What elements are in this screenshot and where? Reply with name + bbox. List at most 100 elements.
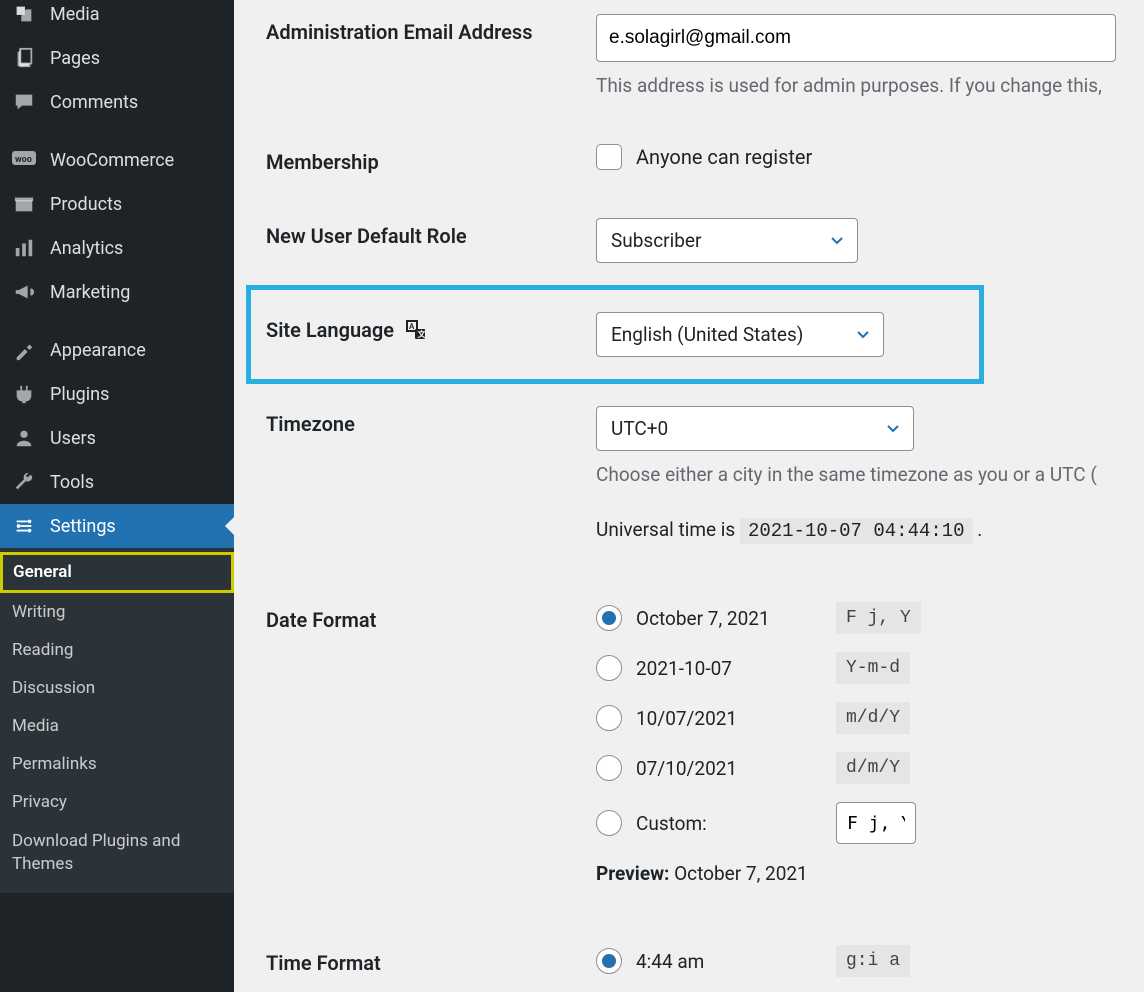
date-format-code-3: d/m/Y xyxy=(836,752,910,784)
sidebar-item-label: Analytics xyxy=(50,238,123,259)
submenu-item-writing[interactable]: Writing xyxy=(0,593,234,631)
sidebar-item-settings[interactable]: Settings xyxy=(0,504,234,548)
users-icon xyxy=(12,426,36,450)
site-language-value: English (United States) xyxy=(611,323,803,346)
date-format-code-2: m/d/Y xyxy=(836,702,910,734)
site-language-label-text: Site Language xyxy=(266,318,394,342)
date-format-preview: Preview: October 7, 2021 xyxy=(596,862,1144,885)
date-format-code-0: F j, Y xyxy=(836,602,921,634)
menu-separator xyxy=(0,124,234,138)
chevron-down-icon xyxy=(855,326,871,342)
membership-checkbox[interactable] xyxy=(596,144,622,170)
sidebar-item-label: Pages xyxy=(50,48,100,69)
sidebar-item-woocommerce[interactable]: woo WooCommerce xyxy=(0,138,234,182)
universal-time: Universal time is 2021-10-07 04:44:10 . xyxy=(596,518,1144,542)
date-format-display-3: 07/10/2021 xyxy=(636,757,836,780)
submenu-item-media[interactable]: Media xyxy=(0,707,234,745)
pages-icon xyxy=(12,46,36,70)
chevron-down-icon xyxy=(885,420,901,436)
date-format-radio-2[interactable] xyxy=(596,705,622,731)
site-language-select[interactable]: English (United States) xyxy=(596,312,884,357)
plugins-icon xyxy=(12,382,36,406)
svg-text:A: A xyxy=(409,322,415,331)
sidebar-item-media[interactable]: Media xyxy=(0,2,234,36)
chevron-down-icon xyxy=(829,232,845,248)
menu-separator xyxy=(0,314,234,328)
date-format-radio-1[interactable] xyxy=(596,655,622,681)
comments-icon xyxy=(12,90,36,114)
membership-label: Membership xyxy=(266,144,596,174)
date-format-radio-3[interactable] xyxy=(596,755,622,781)
default-role-select[interactable]: Subscriber xyxy=(596,218,858,263)
date-format-radio-custom[interactable] xyxy=(596,810,622,836)
submenu-item-reading[interactable]: Reading xyxy=(0,631,234,669)
time-format-display-0: 4:44 am xyxy=(636,950,836,973)
settings-icon xyxy=(12,514,36,538)
appearance-icon xyxy=(12,338,36,362)
sidebar-item-label: Media xyxy=(50,4,100,25)
sidebar-item-label: Marketing xyxy=(50,282,130,303)
sidebar-item-plugins[interactable]: Plugins xyxy=(0,372,234,416)
sidebar-item-label: Plugins xyxy=(50,384,109,405)
admin-email-input[interactable] xyxy=(596,14,1116,62)
date-format-preview-value: October 7, 2021 xyxy=(674,862,808,885)
sidebar-item-analytics[interactable]: Analytics xyxy=(0,226,234,270)
timezone-select[interactable]: UTC+0 xyxy=(596,406,914,451)
sidebar-item-label: Users xyxy=(50,428,96,449)
media-icon xyxy=(12,2,36,26)
sidebar-item-pages[interactable]: Pages xyxy=(0,36,234,80)
translate-icon: A文 xyxy=(404,318,428,342)
woocommerce-icon: woo xyxy=(12,148,36,172)
svg-text:woo: woo xyxy=(15,155,32,165)
sidebar-item-label: Settings xyxy=(50,516,116,537)
sidebar-item-marketing[interactable]: Marketing xyxy=(0,270,234,314)
date-format-custom-input[interactable] xyxy=(836,802,916,844)
analytics-icon xyxy=(12,236,36,260)
universal-time-prefix: Universal time is xyxy=(596,518,740,541)
date-format-display-2: 10/07/2021 xyxy=(636,707,836,730)
svg-text:文: 文 xyxy=(418,329,427,339)
submenu-item-permalinks[interactable]: Permalinks xyxy=(0,745,234,783)
sidebar-item-comments[interactable]: Comments xyxy=(0,80,234,124)
default-role-value: Subscriber xyxy=(611,229,701,252)
timezone-value: UTC+0 xyxy=(611,417,668,440)
timezone-description: Choose either a city in the same timezon… xyxy=(596,461,1144,489)
products-icon xyxy=(12,192,36,216)
submenu-item-privacy[interactable]: Privacy xyxy=(0,783,234,821)
settings-submenu: General Writing Reading Discussion Media… xyxy=(0,548,234,893)
sidebar-item-users[interactable]: Users xyxy=(0,416,234,460)
sidebar-item-label: Comments xyxy=(50,92,138,113)
site-language-label: Site Language A文 xyxy=(266,312,596,342)
submenu-item-general[interactable]: General xyxy=(0,552,234,593)
sidebar-item-products[interactable]: Products xyxy=(0,182,234,226)
time-format-label: Time Format xyxy=(266,945,596,975)
submenu-item-discussion[interactable]: Discussion xyxy=(0,669,234,707)
submenu-item-download[interactable]: Download Plugins and Themes xyxy=(0,821,234,885)
sidebar-item-label: Tools xyxy=(50,472,94,493)
date-format-display-0: October 7, 2021 xyxy=(636,607,836,630)
sidebar-item-label: Appearance xyxy=(50,340,146,361)
date-format-radio-0[interactable] xyxy=(596,605,622,631)
marketing-icon xyxy=(12,280,36,304)
sidebar-item-appearance[interactable]: Appearance xyxy=(0,328,234,372)
date-format-display-1: 2021-10-07 xyxy=(636,657,836,680)
default-role-label: New User Default Role xyxy=(266,218,596,248)
universal-time-value: 2021-10-07 04:44:10 xyxy=(740,518,973,544)
date-format-preview-label: Preview: xyxy=(596,862,669,885)
admin-sidebar: Media Pages Comments woo WooCommerce Pro… xyxy=(0,0,234,992)
date-format-code-1: Y-m-d xyxy=(836,652,910,684)
date-format-label: Date Format xyxy=(266,602,596,632)
membership-checkbox-label: Anyone can register xyxy=(636,145,812,169)
settings-general-content: Administration Email Address This addres… xyxy=(234,0,1144,992)
timezone-label: Timezone xyxy=(266,406,596,436)
sidebar-item-label: WooCommerce xyxy=(50,150,174,171)
time-format-radio-0[interactable] xyxy=(596,948,622,974)
admin-email-label: Administration Email Address xyxy=(266,14,596,44)
date-format-custom-label: Custom: xyxy=(636,812,708,835)
tools-icon xyxy=(12,470,36,494)
admin-email-description: This address is used for admin purposes.… xyxy=(596,72,1144,100)
time-format-code-0: g:i a xyxy=(836,945,910,977)
universal-time-suffix: . xyxy=(973,518,983,541)
sidebar-item-tools[interactable]: Tools xyxy=(0,460,234,504)
sidebar-item-label: Products xyxy=(50,194,122,215)
